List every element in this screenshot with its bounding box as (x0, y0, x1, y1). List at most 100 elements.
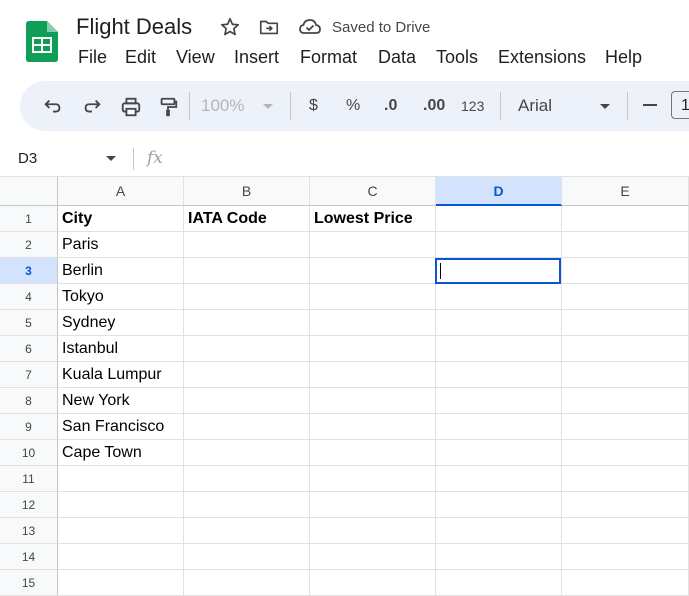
cell-d12[interactable] (436, 492, 562, 518)
cell-e8[interactable] (562, 388, 689, 414)
cell-e7[interactable] (562, 362, 689, 388)
cell-c12[interactable] (310, 492, 436, 518)
cell-a15[interactable] (58, 570, 184, 596)
cell-a12[interactable] (58, 492, 184, 518)
row-header[interactable]: 3 (0, 258, 58, 284)
number-format-button[interactable]: 123 (461, 96, 484, 116)
cell-b3[interactable] (184, 258, 310, 284)
percent-format-button[interactable]: % (346, 96, 360, 116)
cell-a14[interactable] (58, 544, 184, 570)
menu-view[interactable]: View (176, 46, 215, 68)
cell-b9[interactable] (184, 414, 310, 440)
cell-c5[interactable] (310, 310, 436, 336)
cell-a7[interactable]: Kuala Lumpur (58, 362, 184, 388)
cell-c1[interactable]: Lowest Price (310, 206, 436, 232)
cell-e12[interactable] (562, 492, 689, 518)
cell-d1[interactable] (436, 206, 562, 232)
name-box[interactable]: D3 (18, 149, 37, 169)
cell-b12[interactable] (184, 492, 310, 518)
cell-d4[interactable] (436, 284, 562, 310)
paint-format-icon[interactable] (157, 96, 179, 118)
cell-d10[interactable] (436, 440, 562, 466)
menu-file[interactable]: File (78, 46, 107, 68)
row-header[interactable]: 2 (0, 232, 58, 258)
cell-b2[interactable] (184, 232, 310, 258)
cell-a10[interactable]: Cape Town (58, 440, 184, 466)
undo-icon[interactable] (42, 96, 64, 118)
cell-a4[interactable]: Tokyo (58, 284, 184, 310)
cell-e6[interactable] (562, 336, 689, 362)
cell-d15[interactable] (436, 570, 562, 596)
row-header[interactable]: 15 (0, 570, 58, 596)
column-header-c[interactable]: C (310, 177, 436, 206)
currency-format-button[interactable]: $ (309, 96, 318, 116)
active-cell-d3[interactable] (435, 258, 561, 284)
row-header[interactable]: 6 (0, 336, 58, 362)
select-all-corner[interactable] (0, 177, 58, 206)
row-header[interactable]: 14 (0, 544, 58, 570)
document-title[interactable]: Flight Deals (76, 12, 192, 42)
row-header[interactable]: 5 (0, 310, 58, 336)
row-header[interactable]: 10 (0, 440, 58, 466)
cell-c9[interactable] (310, 414, 436, 440)
cell-a11[interactable] (58, 466, 184, 492)
cell-e15[interactable] (562, 570, 689, 596)
menu-edit[interactable]: Edit (125, 46, 156, 68)
cell-e4[interactable] (562, 284, 689, 310)
row-header[interactable]: 9 (0, 414, 58, 440)
cell-a9[interactable]: San Francisco (58, 414, 184, 440)
cell-b1[interactable]: IATA Code (184, 206, 310, 232)
cell-c10[interactable] (310, 440, 436, 466)
cell-a5[interactable]: Sydney (58, 310, 184, 336)
row-header[interactable]: 11 (0, 466, 58, 492)
cell-a6[interactable]: Istanbul (58, 336, 184, 362)
chevron-down-icon[interactable] (106, 156, 116, 161)
cell-b4[interactable] (184, 284, 310, 310)
cell-c15[interactable] (310, 570, 436, 596)
cell-e14[interactable] (562, 544, 689, 570)
star-icon[interactable] (219, 16, 241, 38)
cell-c7[interactable] (310, 362, 436, 388)
cell-d2[interactable] (436, 232, 562, 258)
cell-b5[interactable] (184, 310, 310, 336)
cell-b14[interactable] (184, 544, 310, 570)
cell-e5[interactable] (562, 310, 689, 336)
cell-d7[interactable] (436, 362, 562, 388)
cell-d6[interactable] (436, 336, 562, 362)
cell-c13[interactable] (310, 518, 436, 544)
cell-c11[interactable] (310, 466, 436, 492)
cell-d9[interactable] (436, 414, 562, 440)
row-header[interactable]: 12 (0, 492, 58, 518)
decrease-font-size-icon[interactable] (643, 104, 657, 106)
cell-e10[interactable] (562, 440, 689, 466)
redo-icon[interactable] (81, 96, 103, 118)
cell-c14[interactable] (310, 544, 436, 570)
cell-e2[interactable] (562, 232, 689, 258)
cell-c6[interactable] (310, 336, 436, 362)
cell-a3[interactable]: Berlin (58, 258, 184, 284)
column-header-e[interactable]: E (562, 177, 689, 206)
menu-tools[interactable]: Tools (436, 46, 478, 68)
menu-extensions[interactable]: Extensions (498, 46, 586, 68)
zoom-select[interactable]: 100% (201, 96, 244, 116)
sheets-logo-icon[interactable] (26, 21, 58, 62)
cell-d8[interactable] (436, 388, 562, 414)
cell-c3[interactable] (310, 258, 436, 284)
move-to-folder-icon[interactable] (258, 16, 280, 38)
menu-insert[interactable]: Insert (234, 46, 279, 68)
cell-a2[interactable]: Paris (58, 232, 184, 258)
row-header[interactable]: 13 (0, 518, 58, 544)
menu-format[interactable]: Format (300, 46, 357, 68)
cell-d5[interactable] (436, 310, 562, 336)
cell-a1[interactable]: City (58, 206, 184, 232)
chevron-down-icon[interactable] (263, 104, 273, 109)
cell-c2[interactable] (310, 232, 436, 258)
decrease-decimal-button[interactable]: .0 (384, 96, 397, 116)
cell-e9[interactable] (562, 414, 689, 440)
cell-c4[interactable] (310, 284, 436, 310)
cell-e13[interactable] (562, 518, 689, 544)
cell-d13[interactable] (436, 518, 562, 544)
column-header-a[interactable]: A (58, 177, 184, 206)
column-header-d[interactable]: D (436, 177, 562, 206)
row-header[interactable]: 8 (0, 388, 58, 414)
